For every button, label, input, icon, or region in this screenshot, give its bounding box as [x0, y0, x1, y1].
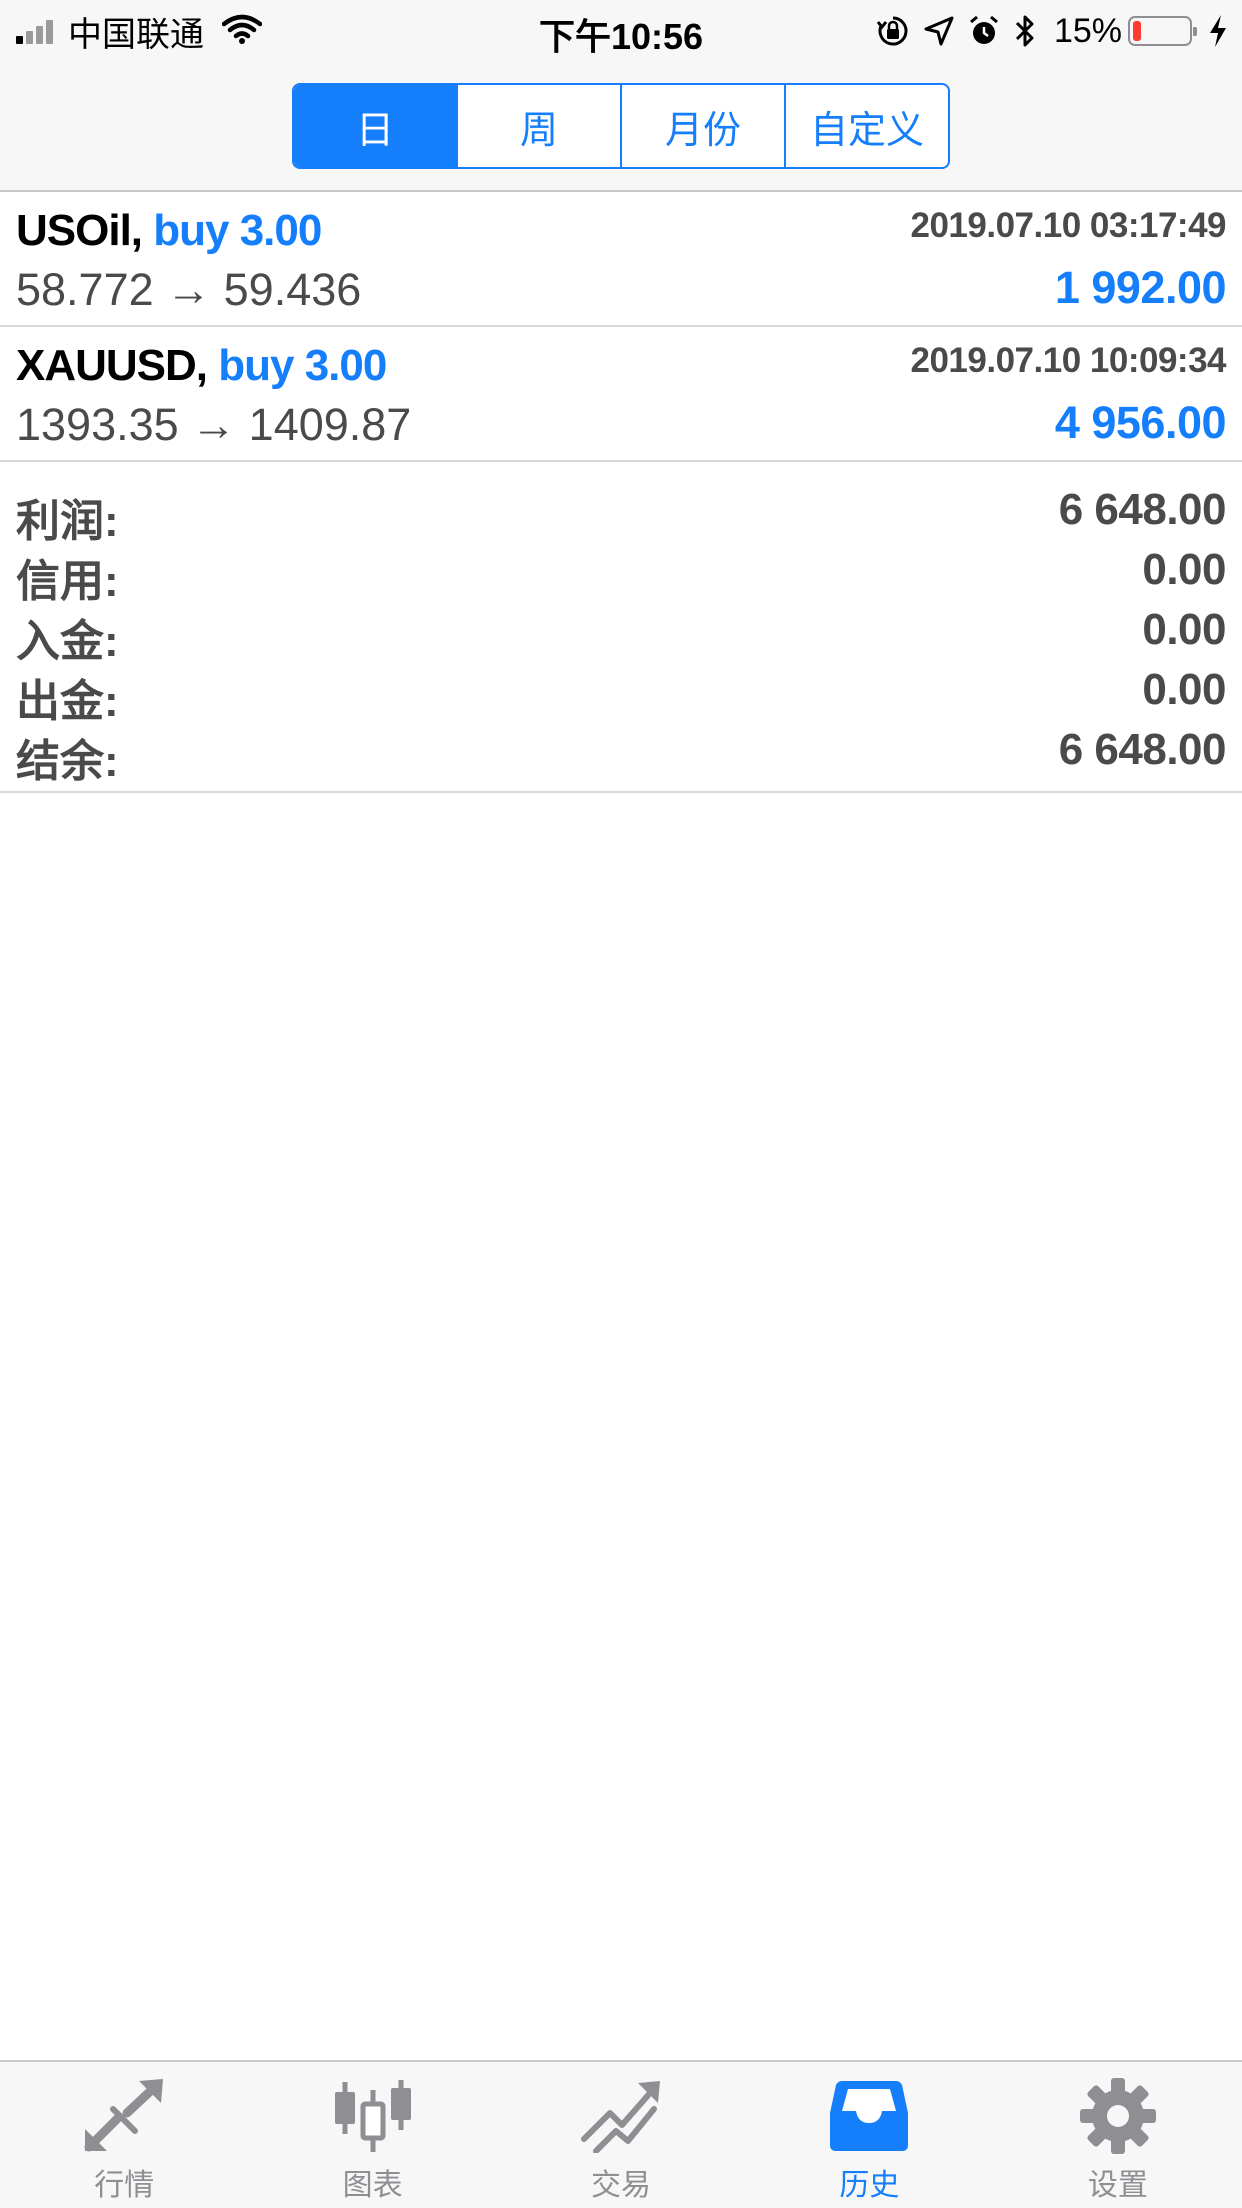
tab-settings[interactable]: 设置 [994, 2062, 1242, 2208]
trade-symbol-line: XAUUSD, buy 3.00 [16, 341, 387, 391]
alarm-icon [968, 15, 1000, 47]
trade-symbol: XAUUSD, [16, 341, 208, 390]
history-inbox-icon [830, 2076, 909, 2156]
quotes-arrows-icon [83, 2076, 165, 2156]
tab-label: 设置 [1087, 2169, 1148, 2202]
trade-time: 2019.07.10 10:09:34 [910, 341, 1227, 380]
tab-label: 行情 [94, 2169, 155, 2202]
account-summary: 利润: 6 648.00 信用: 0.00 入金: 0.00 出金: 0.00 … [0, 463, 1242, 793]
battery-icon [1128, 16, 1197, 46]
location-icon [924, 16, 954, 46]
summary-balance-row: 结余: 6 648.00 [0, 719, 1242, 786]
candlestick-chart-icon [333, 2076, 413, 2156]
trade-history-list: USOil, buy 3.00 2019.07.10 03:17:49 58.7… [0, 192, 1242, 462]
trade-symbol-line: USOil, buy 3.00 [16, 206, 322, 256]
trade-prices: 58.772 → 59.436 [16, 264, 362, 315]
segment-custom[interactable]: 自定义 [786, 85, 948, 167]
tab-label: 交易 [591, 2169, 652, 2202]
rotation-lock-icon [876, 14, 910, 48]
tab-label: 历史 [839, 2169, 900, 2202]
tab-trade[interactable]: 交易 [497, 2062, 745, 2208]
segment-day[interactable]: 日 [294, 85, 458, 167]
battery-percent: 15% [1053, 11, 1122, 50]
battery-level [1133, 21, 1142, 41]
trade-row[interactable]: USOil, buy 3.00 2019.07.10 03:17:49 58.7… [0, 192, 1242, 327]
period-filter-bar: 日 周 月份 自定义 [0, 62, 1242, 192]
trade-profit: 1 992.00 [1054, 262, 1227, 313]
tab-history[interactable]: 历史 [745, 2062, 993, 2208]
summary-value: 6 648.00 [1058, 485, 1227, 534]
summary-value: 0.00 [1142, 665, 1226, 714]
charging-icon [1208, 14, 1228, 48]
trade-time: 2019.07.10 03:17:49 [910, 206, 1227, 245]
trade-action: buy 3.00 [153, 206, 322, 255]
trade-symbol: USOil, [16, 206, 143, 255]
period-segmented-control: 日 周 月份 自定义 [292, 83, 950, 169]
summary-value: 0.00 [1142, 605, 1226, 654]
tab-label: 图表 [342, 2169, 403, 2202]
segment-week[interactable]: 周 [458, 85, 622, 167]
trade-row[interactable]: XAUUSD, buy 3.00 2019.07.10 10:09:34 139… [0, 327, 1242, 462]
trade-prices: 1393.35 → 1409.87 [16, 399, 412, 450]
bluetooth-icon [1014, 14, 1036, 48]
tab-quotes[interactable]: 行情 [0, 2062, 248, 2208]
bottom-tab-bar: 行情 图表 交易 历史 设置 [0, 2060, 1242, 2208]
summary-deposit-row: 入金: 0.00 [0, 599, 1242, 666]
trade-profit: 4 956.00 [1054, 397, 1227, 448]
segment-month[interactable]: 月份 [622, 85, 786, 167]
tab-chart[interactable]: 图表 [248, 2062, 496, 2208]
summary-value: 0.00 [1142, 545, 1226, 594]
trade-trend-icon [580, 2076, 662, 2156]
status-bar-right: 15% [862, 10, 1228, 52]
summary-credit-row: 信用: 0.00 [0, 539, 1242, 606]
summary-withdrawal-row: 出金: 0.00 [0, 659, 1242, 726]
summary-profit-row: 利润: 6 648.00 [0, 479, 1242, 546]
gear-icon [1079, 2076, 1157, 2156]
summary-label: 结余: [16, 737, 119, 786]
status-bar: 中国联通 下午10:56 15% [0, 0, 1242, 62]
trade-action: buy 3.00 [218, 341, 387, 390]
summary-value: 6 648.00 [1058, 725, 1227, 774]
